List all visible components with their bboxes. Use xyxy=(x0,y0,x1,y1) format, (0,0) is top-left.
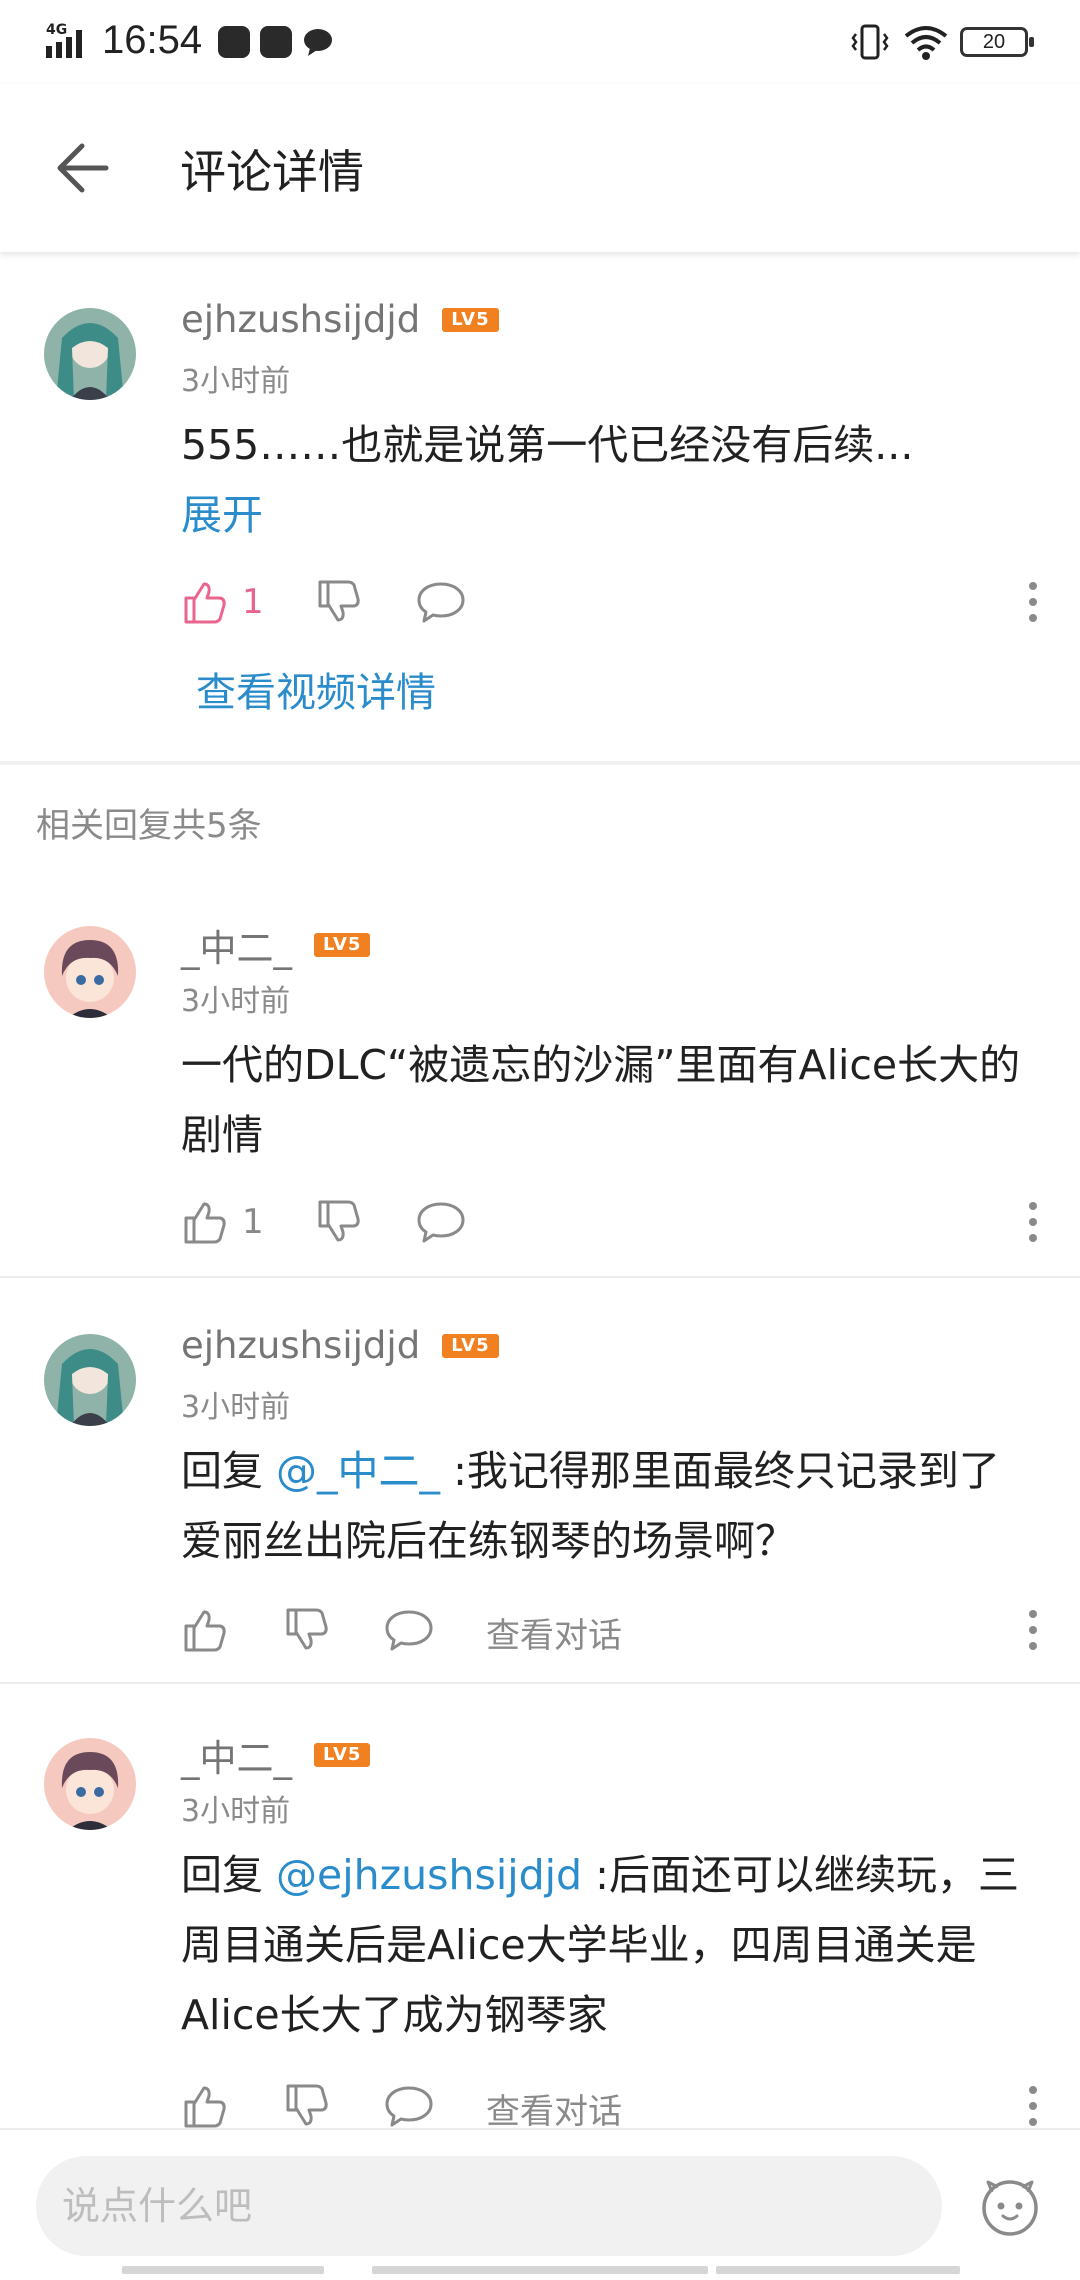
battery-indicator: 20 xyxy=(960,27,1034,57)
username[interactable]: _中二_ LV5 xyxy=(181,918,371,972)
notification-mail-icon xyxy=(260,26,292,58)
more-options-icon[interactable] xyxy=(1026,2084,1040,2128)
app-bar: 评论详情 xyxy=(0,84,1080,252)
reply-divider xyxy=(0,1276,1080,1278)
username-text[interactable]: _中二_ xyxy=(181,918,292,972)
username-text[interactable]: _中二_ xyxy=(181,1728,292,1782)
thumbs-down-icon xyxy=(286,1608,328,1650)
notification-chat-icon xyxy=(304,29,332,56)
section-divider xyxy=(0,761,1080,765)
comment-actions: 查看对话 xyxy=(0,1600,1080,1660)
level-badge: LV5 xyxy=(442,307,499,332)
comment-bubble-icon xyxy=(417,1202,465,1243)
comment-text: 一代的DLC“被遗忘的沙漏”里面有Alice长大的剧情 xyxy=(181,1041,1021,1159)
notification-app-icon xyxy=(218,26,250,58)
more-options-icon[interactable] xyxy=(1026,1608,1040,1652)
mention-link[interactable]: @_中二_ xyxy=(276,1447,440,1495)
comment-bubble-icon xyxy=(385,1610,433,1651)
reply-divider xyxy=(0,1682,1080,1684)
thumbs-up-icon xyxy=(184,1202,226,1244)
thumbs-up-icon xyxy=(184,1610,226,1652)
comment-time: 3小时前 xyxy=(181,1390,291,1425)
reply-prefix: 回复 xyxy=(181,1851,277,1899)
more-options-icon[interactable] xyxy=(1026,1200,1040,1244)
like-count: 1 xyxy=(242,582,264,622)
comment-text: 回复 @ejhzushsijdjd :后面还可以继续玩，三周目通关后是Alice… xyxy=(181,1840,1031,2050)
nav-bar-segment xyxy=(716,2266,960,2274)
page-title: 评论详情 xyxy=(180,145,364,199)
avatar[interactable] xyxy=(44,1334,136,1426)
dislike-button[interactable] xyxy=(282,1600,330,1660)
avatar[interactable] xyxy=(44,926,136,1018)
like-button[interactable]: 1 xyxy=(180,572,264,632)
username-text[interactable]: ejhzushsijdjd xyxy=(181,298,420,341)
more-options-icon[interactable] xyxy=(1026,580,1040,624)
svg-text:4G: 4G xyxy=(46,22,67,38)
vibrate-icon xyxy=(851,24,889,60)
view-conversation-link[interactable]: 查看对话 xyxy=(486,2084,622,2133)
avatar[interactable] xyxy=(44,1738,136,1830)
dislike-button[interactable] xyxy=(282,2076,330,2136)
level-badge: LV5 xyxy=(314,1743,371,1767)
replies-count: 相关回复共5条 xyxy=(36,806,262,846)
username[interactable]: ejhzushsijdjd LV5 xyxy=(181,298,499,341)
comment-actions: 1 xyxy=(0,572,1080,632)
dislike-button[interactable] xyxy=(314,1192,362,1252)
comment-actions: 1 xyxy=(0,1192,1080,1252)
thumbs-down-icon xyxy=(286,2084,328,2126)
reply-button[interactable] xyxy=(384,2076,434,2136)
level-badge: LV5 xyxy=(442,1333,499,1358)
username[interactable]: ejhzushsijdjd LV5 xyxy=(181,1324,499,1367)
signal-4g-icon: 4G xyxy=(46,22,82,58)
level-badge: LV5 xyxy=(314,933,371,957)
wifi-icon xyxy=(904,26,948,60)
dislike-button[interactable] xyxy=(314,572,362,632)
back-arrow-icon[interactable] xyxy=(52,140,112,196)
comment-actions: 查看对话 xyxy=(0,2076,1080,2136)
nav-bar-segment xyxy=(122,2266,324,2274)
like-button[interactable] xyxy=(180,2076,228,2136)
reply-prefix: 回复 xyxy=(181,1447,277,1495)
like-count: 1 xyxy=(242,1202,264,1242)
reply-button[interactable] xyxy=(416,1192,466,1252)
comment-text: 555……也就是说第一代已经没有后续... xyxy=(181,421,914,469)
thumbs-down-icon xyxy=(318,580,360,622)
emoji-icon[interactable] xyxy=(978,2174,1042,2238)
thumbs-down-icon xyxy=(318,1200,360,1242)
thumbs-up-icon xyxy=(184,582,226,624)
mention-link[interactable]: @ejhzushsijdjd xyxy=(276,1851,582,1899)
comment-bubble-icon xyxy=(385,2086,433,2127)
comment-input[interactable]: 说点什么吧 xyxy=(36,2156,942,2256)
comment-bubble-icon xyxy=(417,582,465,623)
view-conversation-link[interactable]: 查看对话 xyxy=(486,1608,622,1657)
thumbs-up-icon xyxy=(184,2086,226,2128)
reply-button[interactable] xyxy=(416,572,466,632)
comment-input-bar: 说点什么吧 xyxy=(0,2128,1080,2280)
expand-link[interactable]: 展开 xyxy=(181,480,1041,550)
like-button[interactable]: 1 xyxy=(180,1192,264,1252)
reply-button[interactable] xyxy=(384,1600,434,1660)
status-bar: 4G 16:54 20 xyxy=(0,0,1080,84)
comment-time: 3小时前 xyxy=(181,1794,291,1829)
nav-bar-segment xyxy=(372,2266,708,2274)
avatar[interactable] xyxy=(44,308,136,400)
comment-text: 回复 @_中二_ :我记得那里面最终只记录到了爱丽丝出院后在练钢琴的场景啊？ xyxy=(181,1436,1031,1576)
status-time: 16:54 xyxy=(102,18,203,62)
comment-time: 3小时前 xyxy=(181,984,291,1019)
username[interactable]: _中二_ LV5 xyxy=(181,1728,371,1782)
view-video-details-link[interactable]: 查看视频详情 xyxy=(196,658,1056,728)
username-text[interactable]: ejhzushsijdjd xyxy=(181,1324,420,1367)
comment-time: 3小时前 xyxy=(181,364,291,399)
like-button[interactable] xyxy=(180,1600,228,1660)
